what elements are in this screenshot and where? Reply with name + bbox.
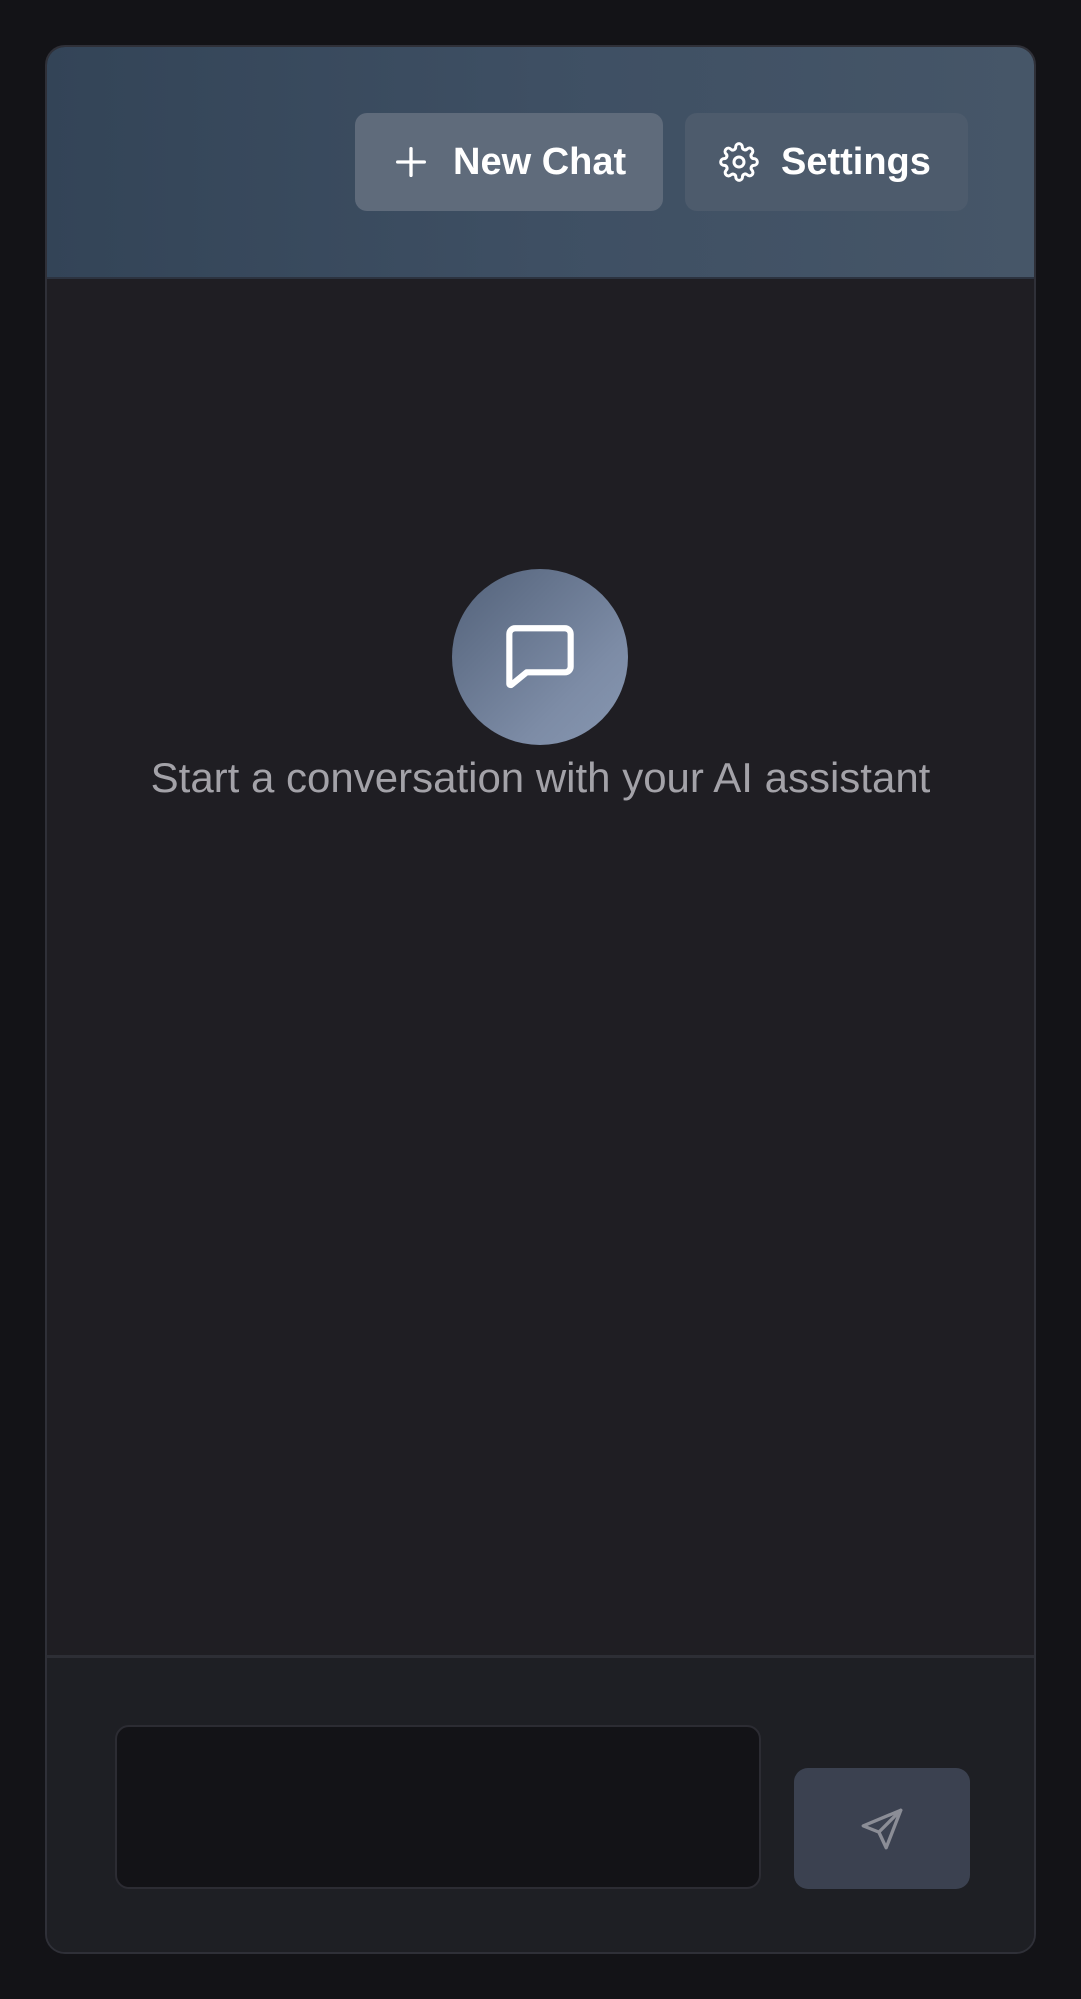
composer [47, 1655, 1034, 1952]
message-area: Start a conversation with your AI assist… [47, 279, 1034, 1700]
plus-icon [391, 142, 431, 182]
empty-state-avatar [452, 569, 628, 745]
chat-header: New Chat Settings [47, 47, 1034, 279]
chat-bubble-icon [506, 625, 574, 689]
settings-label: Settings [781, 140, 931, 183]
chat-window: New Chat Settings Start a conversation w… [45, 45, 1036, 1954]
new-chat-label: New Chat [453, 140, 627, 183]
empty-state-message: Start a conversation with your AI assist… [150, 754, 931, 801]
send-icon [861, 1808, 903, 1849]
gear-icon [719, 142, 759, 182]
message-input[interactable] [115, 1725, 761, 1889]
settings-button[interactable]: Settings [685, 113, 968, 211]
send-button[interactable] [794, 1768, 970, 1889]
new-chat-button[interactable]: New Chat [355, 113, 663, 211]
